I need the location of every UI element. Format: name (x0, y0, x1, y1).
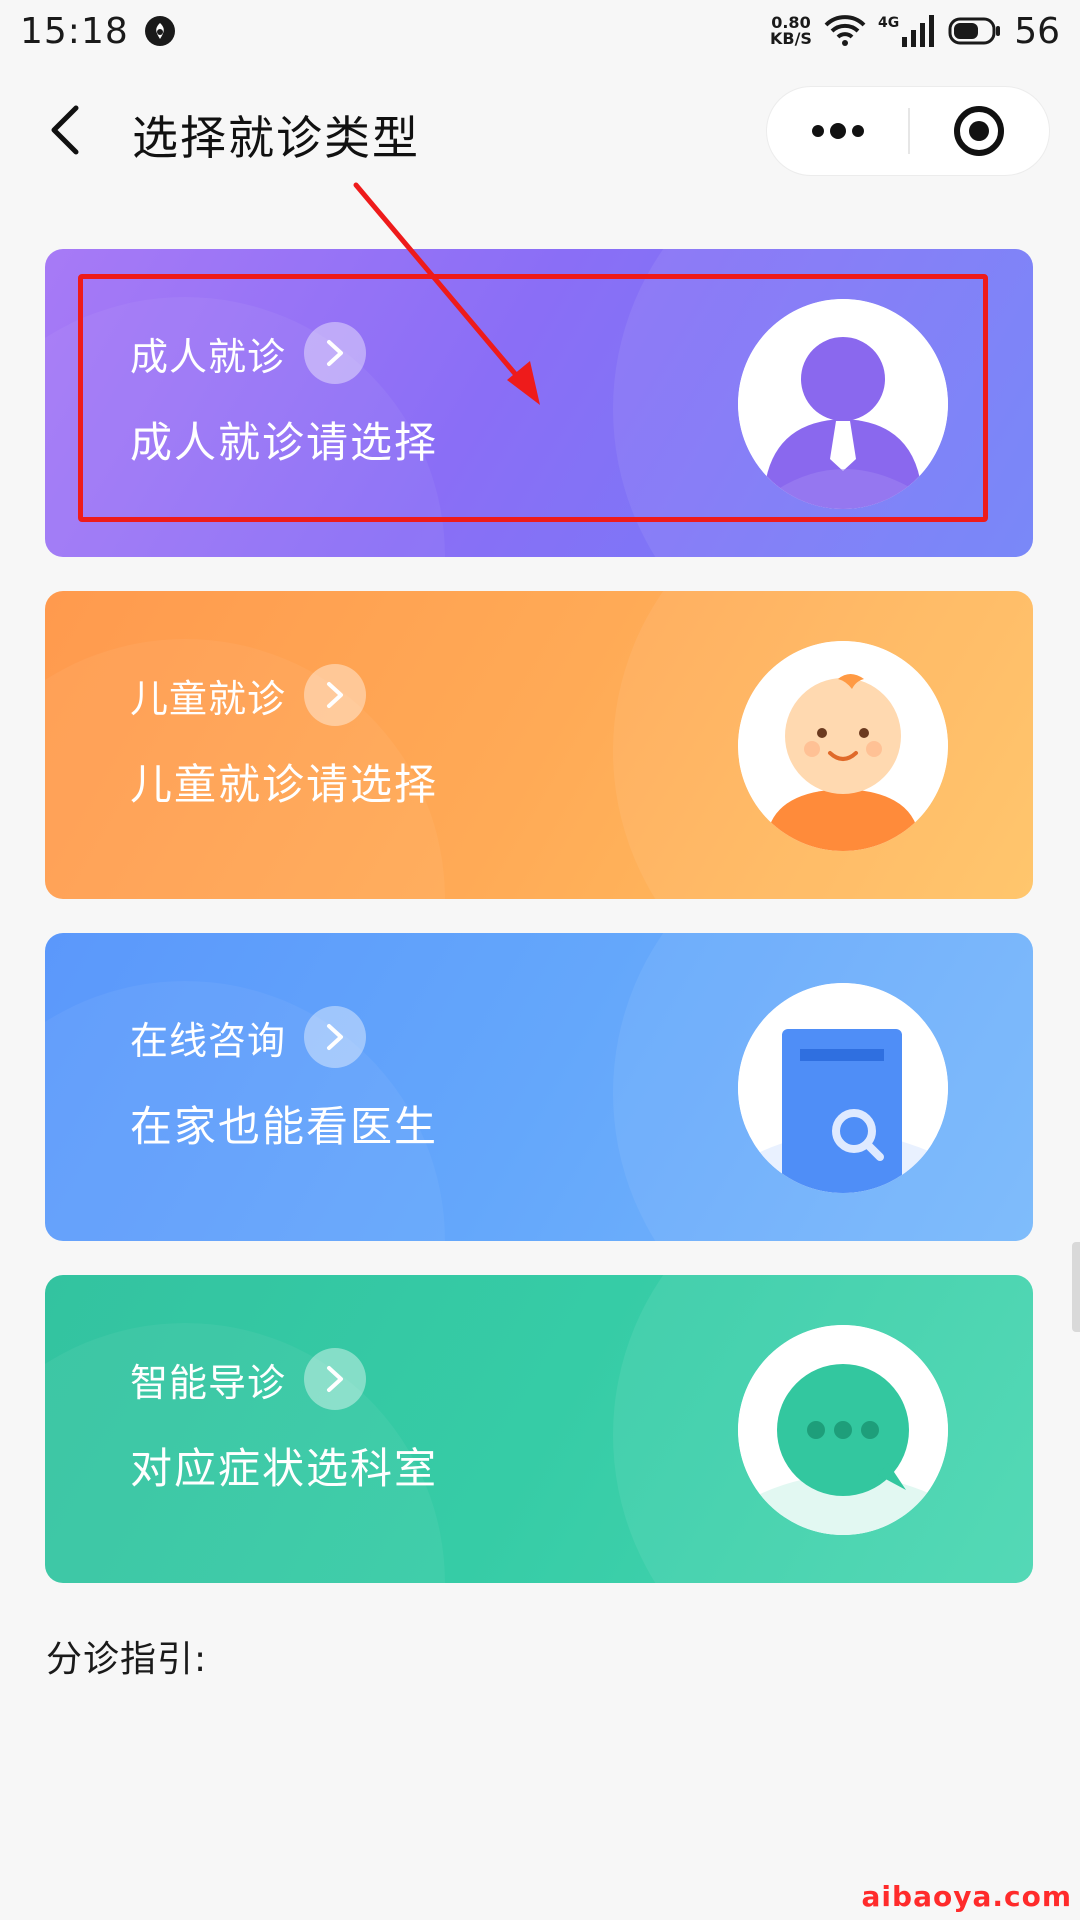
close-button[interactable] (910, 86, 1049, 176)
back-icon[interactable] (40, 100, 96, 160)
more-dots-icon (811, 123, 864, 139)
card-header: 在线咨询 (130, 1006, 367, 1068)
card-online-consult[interactable]: 在线咨询 在家也能看医生 (45, 933, 1033, 1241)
page: 15:18 0.80 KB/S 4G 56 选择就诊类型 成人就诊 成人就诊请选… (0, 0, 1080, 1920)
battery-icon (948, 17, 1001, 45)
card-header: 儿童就诊 (130, 664, 367, 726)
watermark: aibaoya.com (861, 1880, 1072, 1913)
signal-icon (902, 15, 935, 47)
card-child-visit[interactable]: 儿童就诊 儿童就诊请选择 (45, 591, 1033, 899)
child-avatar-icon (738, 641, 948, 851)
card-title: 智能导诊 (130, 1360, 287, 1405)
mini-program-capsule (766, 86, 1050, 176)
status-bar: 15:18 0.80 KB/S 4G 56 (0, 0, 1080, 62)
chevron-right-icon (304, 1006, 367, 1068)
scrollbar[interactable] (1072, 1242, 1080, 1332)
notification-icon (144, 16, 175, 46)
highlight-frame (78, 274, 988, 522)
speed-unit: KB/S (769, 29, 812, 48)
nav-bar: 选择就诊类型 (0, 80, 1080, 180)
document-search-icon (738, 983, 948, 1193)
page-title: 选择就诊类型 (132, 111, 420, 165)
triage-guide-label: 分诊指引: (46, 1639, 208, 1680)
status-time: 15:18 (20, 10, 129, 52)
network-type: 4G (877, 15, 900, 31)
card-title: 儿童就诊 (130, 676, 287, 721)
card-smart-guide[interactable]: 智能导诊 对应症状选科室 (45, 1275, 1033, 1583)
card-subtitle: 儿童就诊请选择 (130, 760, 439, 809)
card-subtitle: 对应症状选科室 (130, 1444, 439, 1493)
battery-level: 56 (1014, 10, 1060, 52)
chevron-right-icon (304, 664, 367, 726)
chevron-right-icon (304, 1348, 367, 1410)
network-speed: 0.80 KB/S (770, 15, 812, 47)
card-subtitle: 在家也能看医生 (130, 1102, 439, 1151)
chat-bubble-icon (738, 1325, 948, 1535)
card-header: 智能导诊 (130, 1348, 367, 1410)
more-button[interactable] (767, 86, 908, 176)
target-close-icon (954, 106, 1005, 156)
card-title: 在线咨询 (130, 1018, 287, 1063)
wifi-icon (824, 15, 866, 46)
